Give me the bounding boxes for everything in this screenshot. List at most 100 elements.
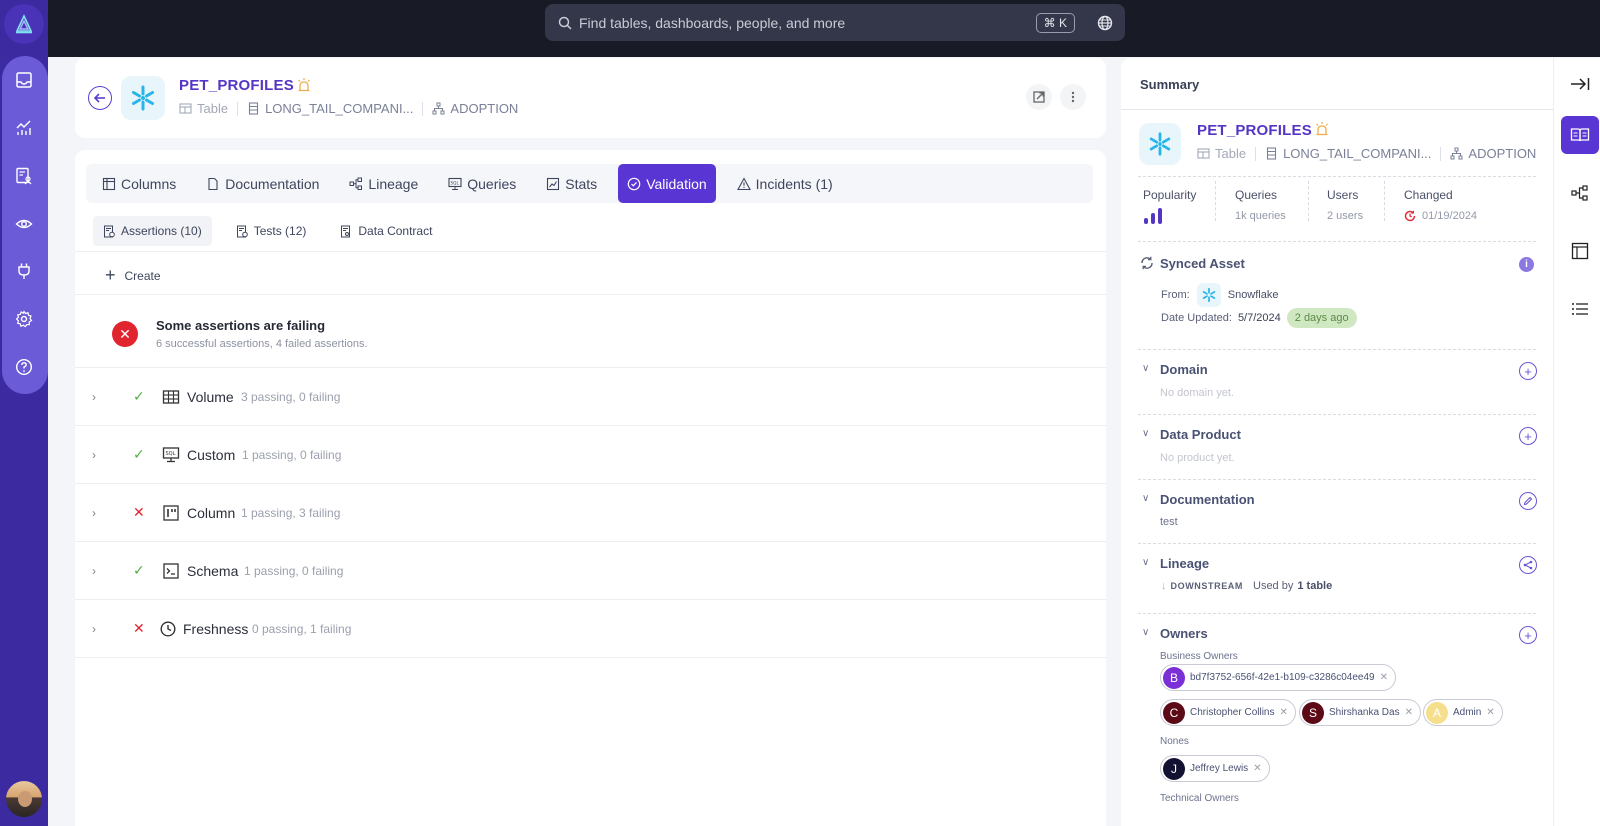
- globe-icon[interactable]: [1097, 15, 1113, 31]
- owner-chip[interactable]: C Christopher Collins ✕: [1160, 699, 1296, 726]
- rail-summary-tab[interactable]: [1561, 116, 1599, 154]
- tab-documentation[interactable]: Documentation: [197, 164, 328, 203]
- arrow-down-icon: ↓: [1161, 580, 1167, 592]
- chevron-down-icon[interactable]: ∨: [1142, 557, 1149, 568]
- rail-lineage-tab[interactable]: [1561, 174, 1599, 212]
- add-owner-button[interactable]: +: [1519, 626, 1537, 644]
- add-data-product-button[interactable]: +: [1519, 427, 1537, 445]
- assertion-group-row[interactable]: › ✓ SQL Custom 1 passing, 0 failing: [75, 426, 1106, 484]
- remove-owner-icon[interactable]: ✕: [1279, 707, 1287, 718]
- owner-name: Jeffrey Lewis: [1190, 763, 1249, 774]
- entity-domain-path[interactable]: ADOPTION: [1468, 146, 1536, 161]
- assertion-group-row[interactable]: › ✓ Schema 1 passing, 0 failing: [75, 542, 1106, 600]
- business-owners-label: Business Owners: [1160, 651, 1238, 662]
- tab-incidents[interactable]: Incidents (1): [728, 164, 842, 203]
- subtab-data-contract[interactable]: Data Contract: [330, 216, 442, 246]
- owner-chip[interactable]: J Jeffrey Lewis ✕: [1160, 755, 1270, 782]
- owner-avatar: J: [1163, 757, 1185, 780]
- data-product-section-title[interactable]: Data Product: [1160, 427, 1241, 442]
- nav-observe[interactable]: [13, 213, 35, 235]
- divider: [75, 251, 1106, 252]
- stat-divider: [1384, 181, 1385, 221]
- create-assertion-button[interactable]: + Create: [105, 265, 161, 286]
- stats-icon: [547, 177, 560, 190]
- validation-subtabs: Assertions (10) Tests (12) Data Contract: [93, 216, 456, 246]
- summary-entity-title[interactable]: PET_PROFILES: [1197, 122, 1312, 139]
- lineage-used-by-link[interactable]: 1 table: [1297, 580, 1332, 592]
- more-options-button[interactable]: [1060, 84, 1086, 110]
- chevron-down-icon[interactable]: ∨: [1142, 493, 1149, 504]
- back-button[interactable]: [88, 86, 112, 110]
- stat-users: Users 2 users: [1327, 188, 1364, 222]
- plus-icon: +: [105, 265, 116, 285]
- rail-columns-tab[interactable]: [1561, 232, 1599, 270]
- contract-icon: [341, 225, 351, 237]
- tab-queries[interactable]: SQL Queries: [439, 164, 525, 203]
- nav-help[interactable]: [13, 356, 35, 378]
- nav-settings[interactable]: [13, 308, 35, 330]
- app-logo[interactable]: [4, 4, 44, 44]
- open-external-button[interactable]: [1026, 84, 1052, 110]
- info-icon[interactable]: i: [1519, 257, 1534, 272]
- chevron-down-icon[interactable]: ∨: [1142, 363, 1149, 374]
- entity-header: PET_PROFILES Table LONG_TAIL_COMPANI... …: [75, 58, 1106, 138]
- synced-platform[interactable]: Snowflake: [1228, 289, 1279, 301]
- entity-domain-path[interactable]: ADOPTION: [450, 101, 518, 116]
- divider: [1138, 176, 1536, 177]
- view-lineage-button[interactable]: [1519, 556, 1537, 574]
- snowflake-icon: [1149, 132, 1171, 156]
- subtab-assertions[interactable]: Assertions (10): [93, 216, 212, 246]
- nav-inbox[interactable]: [13, 69, 35, 91]
- popularity-bars-icon: [1144, 208, 1162, 224]
- owner-chip[interactable]: B bd7f3752-656f-42e1-b109-c3286c04ee49 ✕: [1160, 664, 1396, 691]
- remove-owner-icon[interactable]: ✕: [1253, 763, 1261, 774]
- tab-columns[interactable]: Columns: [93, 164, 185, 203]
- fail-x-icon: ✕: [133, 620, 145, 636]
- volume-table-icon: [162, 389, 180, 404]
- documentation-section-title[interactable]: Documentation: [1160, 492, 1255, 507]
- owners-section-title[interactable]: Owners: [1160, 626, 1208, 641]
- tab-lineage[interactable]: Lineage: [340, 164, 427, 203]
- tab-validation[interactable]: Validation: [618, 164, 716, 203]
- search-placeholder: Find tables, dashboards, people, and mor…: [579, 14, 846, 31]
- global-search-input[interactable]: Find tables, dashboards, people, and mor…: [545, 4, 1125, 41]
- entity-title[interactable]: PET_PROFILES: [179, 77, 294, 94]
- expand-chevron-icon[interactable]: ›: [92, 622, 96, 636]
- entity-container[interactable]: LONG_TAIL_COMPANI...: [1283, 146, 1431, 161]
- subtab-tests[interactable]: Tests (12): [226, 216, 317, 246]
- remove-owner-icon[interactable]: ✕: [1486, 707, 1494, 718]
- nav-governance[interactable]: [13, 165, 35, 187]
- document-icon: [208, 177, 218, 190]
- domain-section-title[interactable]: Domain: [1160, 362, 1208, 377]
- expand-chevron-icon[interactable]: ›: [92, 506, 96, 520]
- remove-owner-icon[interactable]: ✕: [1405, 707, 1413, 718]
- edit-documentation-button[interactable]: [1519, 492, 1537, 510]
- rail-properties-tab[interactable]: [1561, 290, 1599, 328]
- chevron-down-icon[interactable]: ∨: [1142, 627, 1149, 638]
- tab-stats[interactable]: Stats: [537, 164, 606, 203]
- chevron-down-icon[interactable]: ∨: [1142, 428, 1149, 439]
- expand-chevron-icon[interactable]: ›: [92, 390, 96, 404]
- collapse-sidebar-button[interactable]: [1561, 65, 1599, 103]
- summary-header: Summary: [1121, 58, 1553, 110]
- nav-analytics[interactable]: [13, 117, 35, 139]
- owner-chip[interactable]: A Admin ✕: [1423, 699, 1503, 726]
- entity-container[interactable]: LONG_TAIL_COMPANI...: [265, 101, 413, 116]
- table-icon: [1197, 148, 1210, 159]
- expand-chevron-icon[interactable]: ›: [92, 448, 96, 462]
- divider: [1138, 543, 1536, 544]
- add-domain-button[interactable]: +: [1519, 362, 1537, 380]
- lineage-section-title[interactable]: Lineage: [1160, 556, 1209, 571]
- remove-owner-icon[interactable]: ✕: [1380, 672, 1388, 683]
- tab-label: Lineage: [368, 175, 419, 192]
- database-icon: [1267, 147, 1277, 160]
- assertion-group-row[interactable]: › ✕ Column 1 passing, 3 failing: [75, 484, 1106, 542]
- nav-ingestion[interactable]: [13, 260, 35, 282]
- assertion-group-row[interactable]: › ✓ Volume 3 passing, 0 failing: [75, 368, 1106, 426]
- owner-avatar: B: [1163, 666, 1185, 689]
- lineage-icon: [349, 177, 363, 190]
- owner-chip[interactable]: S Shirshanka Das ✕: [1299, 699, 1421, 726]
- assertion-group-row[interactable]: › ✕ Freshness 0 passing, 1 failing: [75, 600, 1106, 658]
- expand-chevron-icon[interactable]: ›: [92, 564, 96, 578]
- user-avatar[interactable]: [4, 779, 44, 819]
